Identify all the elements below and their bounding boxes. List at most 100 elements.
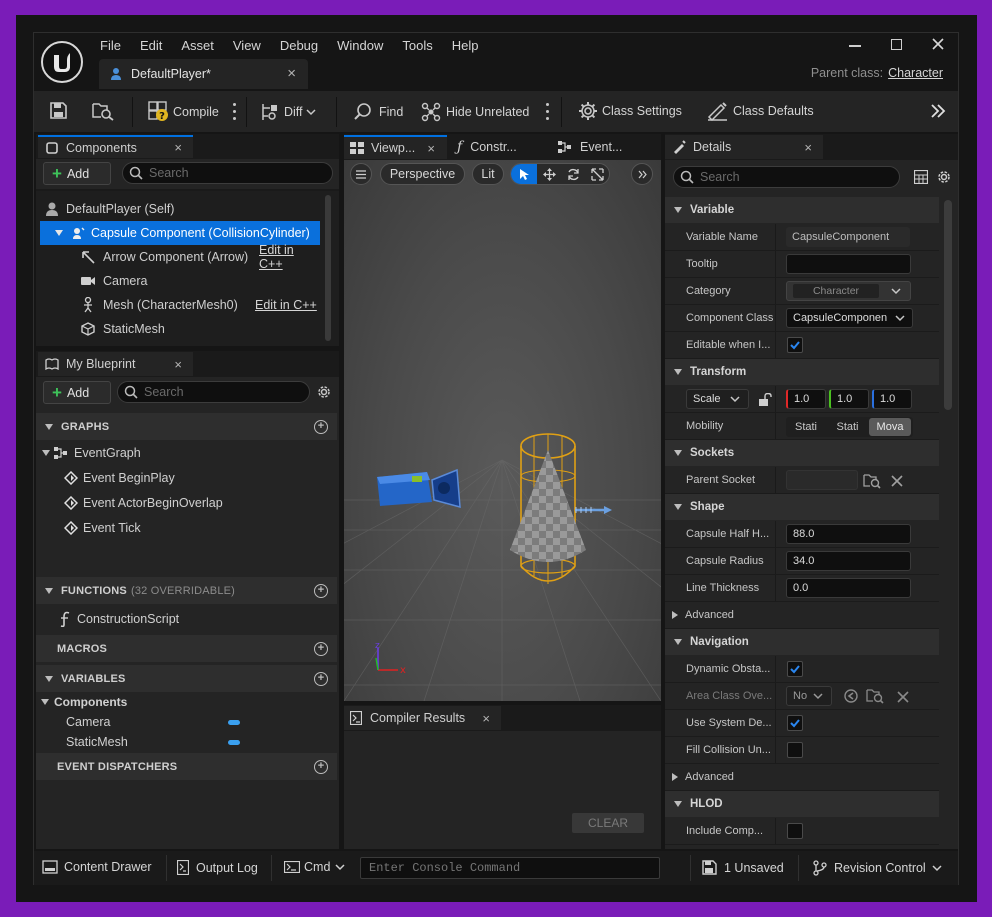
tab-viewport[interactable]: Viewp... × [344,135,447,159]
menu-item-view[interactable]: View [233,38,272,53]
console-command-input[interactable] [369,861,649,875]
asset-tab[interactable]: DefaultPlayer* × [99,59,308,89]
expand-arrow-icon[interactable] [55,230,63,236]
hlod-section[interactable]: HLOD [665,791,939,817]
details-close-icon[interactable]: × [804,140,812,155]
tab-event-graph[interactable]: Event... [554,135,659,159]
navigation-section[interactable]: Navigation [665,629,939,655]
class-settings-button[interactable]: Class Settings [578,101,682,121]
find-button[interactable]: Find [353,102,403,122]
include-checkbox[interactable] [787,823,803,839]
component-item-mesh[interactable]: Mesh (CharacterMesh0) Edit in C++ [40,293,320,317]
tab-components[interactable]: Components × [38,135,193,158]
mobility-static-option[interactable]: Stati [786,421,826,433]
cmd-dropdown[interactable]: Cmd [284,860,345,874]
asset-tab-close-icon[interactable]: × [287,65,296,82]
components-close-icon[interactable]: × [174,140,182,155]
components-search-input[interactable] [149,166,312,180]
variable-name-field[interactable]: CapsuleComponent [786,227,910,247]
add-component-button[interactable]: + Add [43,162,111,185]
component-item-staticmesh[interactable]: StaticMesh [40,317,320,341]
sockets-section[interactable]: Sockets [665,440,939,466]
tab-compiler-results[interactable]: Compiler Results × [344,706,501,730]
variable-item[interactable]: StaticMesh [66,732,336,752]
details-search[interactable] [673,166,900,188]
more-options-icon[interactable] [545,103,549,120]
component-scrollbar[interactable] [325,195,331,341]
edit-in-cpp-link[interactable]: Edit in C++ [255,298,317,312]
editable-checkbox[interactable] [787,337,803,353]
add-blueprint-item-button[interactable]: + Add [43,381,111,404]
shape-section[interactable]: Shape [665,494,939,520]
tab-construction-script[interactable]: ƒ Constr... [449,135,552,159]
components-category[interactable]: Components [36,693,127,711]
menu-item-window[interactable]: Window [337,38,394,53]
my-blueprint-close-icon[interactable]: × [174,357,182,372]
browse-button[interactable] [92,101,114,121]
table-view-icon[interactable] [914,170,928,184]
tab-details[interactable]: Details × [665,135,823,159]
lit-button[interactable]: Lit [472,163,504,185]
tooltip-field[interactable] [786,254,911,274]
functions-section[interactable]: FUNCTIONS (32 OVERRIDABLE) + [36,577,337,604]
scale-x-field[interactable]: 1.0 [786,389,826,409]
viewport-close-icon[interactable]: × [427,141,435,156]
menu-item-tools[interactable]: Tools [402,38,443,53]
scale-tool-button[interactable] [585,164,609,184]
event-item[interactable]: Event Tick [64,516,141,540]
save-button[interactable] [50,102,67,119]
scale-mode-dropdown[interactable]: Scale [686,389,749,409]
diff-button[interactable]: Diff [260,102,316,122]
menu-item-edit[interactable]: Edit [140,38,173,53]
component-item-self[interactable]: DefaultPlayer (Self) [40,197,320,221]
close-icon[interactable] [930,36,946,52]
transform-section[interactable]: Transform [665,359,939,385]
compile-button[interactable]: ? Compile [148,101,219,123]
unreal-logo-icon[interactable] [40,40,84,84]
blueprint-search-input[interactable] [144,385,292,399]
expand-toolbar-button[interactable] [930,103,946,119]
component-item-arrow[interactable]: Arrow Component (Arrow) Edit in C++ [40,243,320,271]
component-item-camera[interactable]: Camera [40,269,320,293]
class-defaults-button[interactable]: Class Defaults [707,101,814,121]
clear-button[interactable]: CLEAR [572,813,644,833]
menu-item-debug[interactable]: Debug [280,38,329,53]
parent-socket-field[interactable] [786,470,858,490]
hide-unrelated-button[interactable]: Hide Unrelated [421,102,529,122]
details-scrollbar[interactable] [944,200,952,410]
minimize-icon[interactable] [849,45,861,47]
event-item[interactable]: Event ActorBeginOverlap [64,491,223,515]
blueprint-search[interactable] [117,381,310,403]
revision-control-button[interactable]: Revision Control [813,860,942,876]
variable-item[interactable]: Camera [66,712,336,732]
unlock-icon[interactable] [758,393,772,407]
edit-in-cpp-link[interactable]: Edit in C++ [259,243,320,271]
output-log-button[interactable]: Output Log [177,860,258,875]
category-dropdown[interactable]: Character [786,281,911,301]
viewport-scene[interactable]: x z Perspective Lit [344,160,661,701]
scale-y-field[interactable]: 1.0 [829,389,869,409]
hamburger-menu-button[interactable] [350,163,372,185]
construction-script-item[interactable]: ConstructionScript [58,607,179,631]
unsaved-button[interactable]: 1 Unsaved [702,860,784,875]
add-variable-icon[interactable]: + [314,671,328,686]
event-item[interactable]: Event BeginPlay [64,466,175,490]
menu-item-help[interactable]: Help [452,38,490,53]
half-height-field[interactable]: 88.0 [786,524,911,544]
menu-item-file[interactable]: File [100,38,132,53]
compiler-close-icon[interactable]: × [482,711,490,726]
rotate-tool-button[interactable] [561,164,585,184]
use-selected-icon[interactable] [844,689,858,703]
component-class-dropdown[interactable]: CapsuleComponen [786,308,913,328]
content-drawer-button[interactable]: Content Drawer [42,860,152,874]
variables-section[interactable]: VARIABLES + [36,665,337,692]
clear-socket-icon[interactable] [891,475,903,487]
tab-my-blueprint[interactable]: My Blueprint × [38,352,193,376]
scale-z-field[interactable]: 1.0 [872,389,912,409]
details-search-input[interactable] [700,170,876,184]
component-item-capsule[interactable]: Capsule Component (CollisionCylinder) [40,221,320,245]
browse-asset-icon[interactable] [866,688,884,704]
variable-section[interactable]: Variable [665,197,939,223]
advanced-row[interactable]: Advanced [665,602,939,629]
mobility-stationary-option[interactable]: Stati [826,421,869,433]
